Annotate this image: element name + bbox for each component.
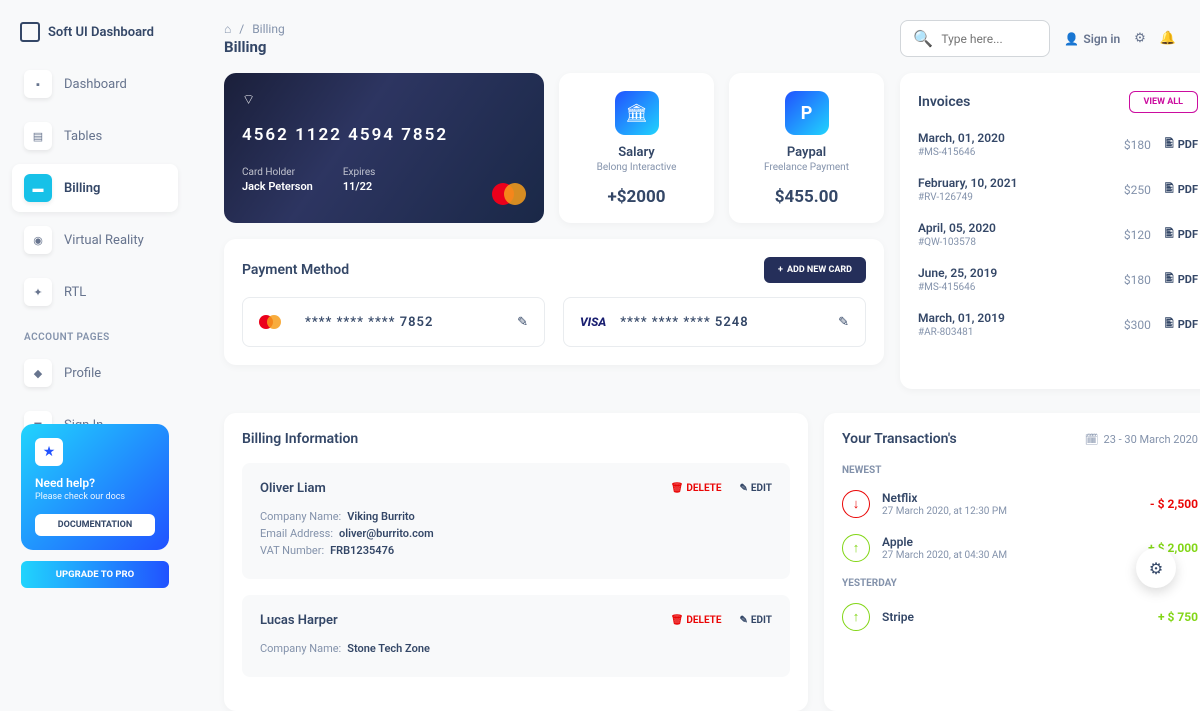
brand-text: Soft UI Dashboard [48, 25, 154, 40]
card-expires: 11/22 [343, 180, 375, 193]
salary-card: 🏛 Salary Belong Interactive +$2000 [559, 73, 714, 223]
invoice-item: March, 01, 2019#AR-803481$300🖺PDF [918, 311, 1198, 338]
breadcrumb: ⌂/Billing [224, 22, 285, 36]
arrow-up-icon: ↑ [842, 534, 870, 562]
gear-icon: ⚙ [1149, 559, 1163, 578]
edit-button[interactable]: ✎EDIT [740, 483, 773, 494]
trash-icon: 🗑 [671, 615, 684, 626]
pdf-icon: 🖺 [1165, 225, 1174, 244]
calendar-icon: 🗓 [1085, 433, 1099, 446]
pencil-icon[interactable]: ✎ [838, 315, 849, 330]
bank-icon: 🏛 [615, 91, 659, 135]
mastercard-icon [492, 183, 526, 205]
search-box[interactable]: 🔍 [900, 20, 1050, 57]
payment-card-1: **** **** **** 7852 ✎ [242, 297, 545, 347]
search-input[interactable] [941, 32, 1041, 46]
content: ⌔ 4562 1122 4594 7852 Card HolderJack Pe… [200, 65, 1200, 397]
main: ⌂/Billing Billing 🔍 👤Sign in ⚙ 🔔 ⌔ 4562 … [200, 0, 1200, 612]
brand-icon [20, 22, 40, 42]
trans-item: ↑Stripe+ $ 750 [842, 603, 1198, 631]
trash-icon: 🗑 [671, 483, 684, 494]
star-icon: ★ [35, 438, 63, 466]
card-holder: Jack Peterson [242, 180, 313, 193]
profile-icon: ◆ [24, 359, 52, 387]
pdf-button[interactable]: 🖺PDF [1165, 270, 1198, 289]
invoices-card: Invoices VIEW ALL March, 01, 2020#MS-415… [900, 73, 1200, 389]
topbar-right: 🔍 👤Sign in ⚙ 🔔 [900, 20, 1176, 57]
topbar: ⌂/Billing Billing 🔍 👤Sign in ⚙ 🔔 [200, 0, 1200, 65]
settings-fab[interactable]: ⚙ [1136, 548, 1176, 588]
payment-method-card: Payment Method +ADD NEW CARD **** **** *… [224, 239, 884, 365]
billing-title: Billing Information [242, 431, 790, 447]
sidebar: Soft UI Dashboard ▪Dashboard ▤Tables ▬Bi… [0, 0, 190, 612]
sidebar-item-profile[interactable]: ◆Profile [12, 349, 178, 397]
card-number: 4562 1122 4594 7852 [242, 125, 526, 145]
payment-card-2: VISA**** **** **** 5248 ✎ [563, 297, 866, 347]
rtl-icon: ✦ [24, 278, 52, 306]
trans-date-range: 🗓23 - 30 March 2020 [1085, 433, 1198, 446]
plus-icon: + [778, 265, 783, 275]
brand: Soft UI Dashboard [12, 16, 178, 48]
sidebar-item-tables[interactable]: ▤Tables [12, 112, 178, 160]
pdf-icon: 🖺 [1165, 270, 1174, 289]
bell-icon[interactable]: 🔔 [1160, 31, 1176, 46]
documentation-button[interactable]: DOCUMENTATION [35, 514, 155, 536]
paypal-icon: P [785, 91, 829, 135]
mastercard-icon [259, 312, 291, 332]
row-1: ⌔ 4562 1122 4594 7852 Card HolderJack Pe… [224, 73, 884, 223]
signin-link[interactable]: 👤Sign in [1064, 32, 1120, 46]
pdf-button[interactable]: 🖺PDF [1165, 180, 1198, 199]
tables-icon: ▤ [24, 122, 52, 150]
invoices-title: Invoices [918, 94, 970, 110]
sidebar-item-vr[interactable]: ◉Virtual Reality [12, 216, 178, 264]
pdf-icon: 🖺 [1165, 315, 1174, 334]
add-card-button[interactable]: +ADD NEW CARD [764, 257, 866, 283]
pdf-button[interactable]: 🖺PDF [1165, 315, 1198, 334]
pdf-icon: 🖺 [1165, 180, 1174, 199]
help-sub: Please check our docs [35, 492, 155, 502]
sidebar-item-dashboard[interactable]: ▪Dashboard [12, 60, 178, 108]
pencil-icon[interactable]: ✎ [517, 315, 528, 330]
paypal-card: P Paypal Freelance Payment $455.00 [729, 73, 884, 223]
help-card: ★ Need help? Please check our docs DOCUM… [21, 424, 169, 550]
page-title: Billing [224, 38, 285, 56]
pencil-icon: ✎ [740, 483, 748, 494]
wifi-icon: ⌔ [242, 91, 526, 109]
pencil-icon: ✎ [740, 615, 748, 626]
arrow-down-icon: ↓ [842, 490, 870, 518]
billing-item: Lucas Harper 🗑DELETE✎EDIT Company Name:S… [242, 595, 790, 677]
gear-icon[interactable]: ⚙ [1134, 31, 1146, 46]
edit-button[interactable]: ✎EDIT [740, 615, 773, 626]
payment-title: Payment Method [242, 262, 349, 278]
help-title: Need help? [35, 476, 155, 490]
billing-item: Oliver Liam 🗑DELETE✎EDIT Company Name:Vi… [242, 463, 790, 579]
pdf-button[interactable]: 🖺PDF [1165, 225, 1198, 244]
invoice-item: February, 10, 2021#RV-126749$250🖺PDF [918, 176, 1198, 203]
pdf-icon: 🖺 [1165, 135, 1174, 154]
billing-info-card: Billing Information Oliver Liam 🗑DELETE✎… [224, 413, 808, 711]
billing-icon: ▬ [24, 174, 52, 202]
view-all-button[interactable]: VIEW ALL [1129, 91, 1198, 113]
sidebar-item-rtl[interactable]: ✦RTL [12, 268, 178, 316]
delete-button[interactable]: 🗑DELETE [671, 615, 722, 626]
vr-icon: ◉ [24, 226, 52, 254]
credit-card: ⌔ 4562 1122 4594 7852 Card HolderJack Pe… [224, 73, 544, 223]
search-icon: 🔍 [913, 29, 933, 48]
upgrade-button[interactable]: UPGRADE TO PRO [21, 561, 169, 588]
arrow-up-icon: ↑ [842, 603, 870, 631]
pdf-button[interactable]: 🖺PDF [1165, 135, 1198, 154]
row-2: Billing Information Oliver Liam 🗑DELETE✎… [200, 413, 1200, 711]
sidebar-item-billing[interactable]: ▬Billing [12, 164, 178, 212]
section-label: ACCOUNT PAGES [12, 320, 178, 349]
invoice-item: June, 25, 2019#MS-415646$180🖺PDF [918, 266, 1198, 293]
home-icon[interactable]: ⌂ [224, 22, 231, 36]
trans-item: ↓Netflix27 March 2020, at 12:30 PM- $ 2,… [842, 490, 1198, 518]
trans-title: Your Transaction's [842, 431, 957, 447]
invoice-item: March, 01, 2020#MS-415646$180🖺PDF [918, 131, 1198, 158]
visa-icon: VISA [580, 315, 606, 329]
dashboard-icon: ▪ [24, 70, 52, 98]
delete-button[interactable]: 🗑DELETE [671, 483, 722, 494]
user-icon: 👤 [1064, 32, 1079, 46]
invoice-item: April, 05, 2020#QW-103578$120🖺PDF [918, 221, 1198, 248]
